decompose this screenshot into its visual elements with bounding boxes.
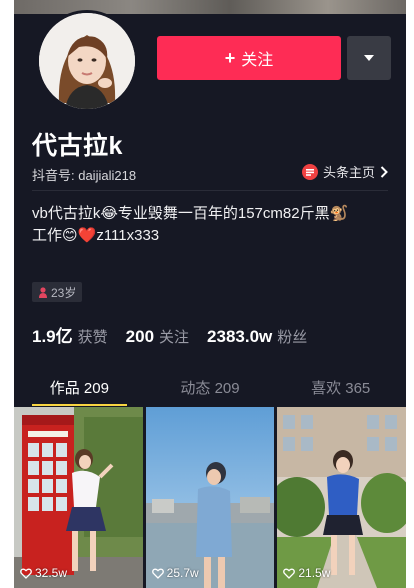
stats-row: 1.9亿 获赞 200 关注 2383.0w 粉丝 (32, 322, 307, 347)
followers-count: 2383.0w (207, 327, 273, 346)
followers-label: 粉丝 (277, 329, 308, 346)
nickname: 代古拉k (32, 132, 123, 160)
bio: vb代古拉k😂专业毁舞一百年的157cm82斤黑🐒 工作😊❤️z111x333 (32, 203, 392, 247)
toutiao-homepage-link[interactable]: 头条主页 (301, 162, 388, 181)
video-likes-count: 32.5w (35, 566, 68, 580)
likes-label: 获赞 (77, 329, 108, 346)
profile-screen: + 关注 代古拉k 抖音号: daijiali218 头条主页 vb代古拉k😂专… (14, 0, 406, 588)
thumbnail-image-phone-booth (14, 407, 143, 588)
following-stat[interactable]: 200 关注 (126, 326, 189, 347)
video-grid: 32.5w 25.7w 21.5w (14, 407, 406, 588)
followers-stat[interactable]: 2383.0w 粉丝 (207, 326, 307, 347)
recommend-dropdown-button[interactable] (347, 36, 391, 80)
following-label: 关注 (159, 329, 190, 346)
likes-stat[interactable]: 1.9亿 获赞 (32, 322, 108, 347)
video-thumbnail[interactable]: 25.7w (145, 407, 275, 588)
avatar-photo (39, 13, 135, 109)
tab-posts[interactable]: 动态 209 (145, 370, 276, 404)
douyin-id: 抖音号: daijiali218 (32, 168, 137, 183)
thumbnail-image-park-path (277, 407, 406, 588)
likes-count: 1.9亿 (32, 327, 73, 346)
video-thumbnail[interactable]: 32.5w (14, 407, 143, 588)
video-likes: 32.5w (20, 566, 67, 580)
bio-line: vb代古拉k😂专业毁舞一百年的157cm82斤黑🐒 (32, 205, 349, 222)
heart-outline-icon (151, 568, 164, 579)
avatar[interactable] (36, 10, 138, 112)
divider (32, 190, 388, 191)
chevron-right-icon (380, 165, 388, 178)
content-tabs: 作品 209 动态 209 喜欢 365 (14, 370, 406, 406)
plus-icon: + (224, 47, 236, 68)
video-likes: 25.7w (151, 566, 199, 580)
age-tag: 23岁 (32, 282, 83, 302)
tab-likes[interactable]: 喜欢 365 (275, 370, 406, 404)
following-count: 200 (125, 327, 155, 346)
video-likes: 21.5w (283, 566, 330, 580)
age-label: 23岁 (51, 285, 77, 300)
follow-label: 关注 (241, 52, 274, 69)
tab-works[interactable]: 作品 209 (14, 370, 145, 406)
toutiao-logo-icon (301, 163, 318, 180)
caret-down-icon (364, 55, 374, 61)
thumbnail-image-waterfront (145, 407, 275, 588)
heart-outline-icon (20, 568, 32, 579)
female-icon (39, 286, 47, 298)
video-thumbnail[interactable]: 21.5w (277, 407, 406, 588)
bio-line: 工作😊❤️z111x333 (32, 227, 160, 244)
follow-button[interactable]: + 关注 (157, 36, 341, 80)
toutiao-label: 头条主页 (322, 165, 375, 180)
heart-outline-icon (283, 568, 296, 579)
video-likes-count: 21.5w (298, 566, 331, 580)
video-likes-count: 25.7w (166, 566, 199, 580)
